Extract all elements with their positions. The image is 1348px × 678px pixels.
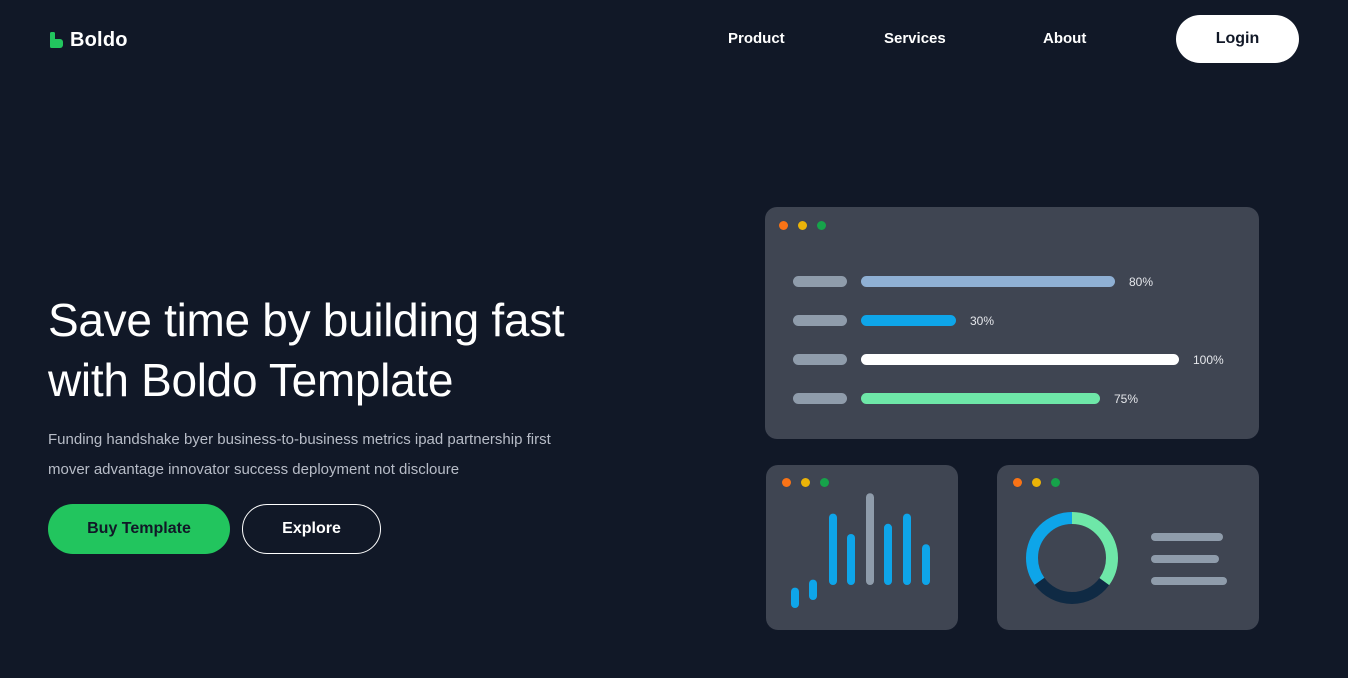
hero-title-line-2: with Boldo Template: [48, 354, 454, 406]
progress-label-placeholder: [793, 314, 847, 326]
progress-row: 30%: [793, 313, 1179, 328]
progress-label-placeholder: [793, 392, 847, 404]
hero-title: Save time by building fast with Boldo Te…: [48, 290, 688, 410]
hero-title-line-1: Save time by building fast: [48, 294, 565, 346]
boldo-b-logo-icon: [50, 32, 63, 48]
window-dot-yellow: [798, 221, 807, 230]
legend-line-placeholder: [1151, 555, 1219, 563]
donut-chart: [1026, 512, 1118, 604]
nav-product-link[interactable]: Product: [728, 30, 785, 47]
brand-name: Boldo: [70, 28, 128, 51]
buy-template-button[interactable]: Buy Template: [48, 504, 230, 554]
mini-bar: [884, 523, 892, 585]
mini-bar-chart: [791, 493, 930, 608]
mini-bar: [791, 587, 799, 608]
mini-bar: [866, 493, 874, 585]
progress-track: 100%: [861, 353, 1224, 367]
mini-bar: [829, 513, 837, 585]
mini-bar: [922, 544, 930, 585]
progress-card: 80% 30% 100% 75%: [765, 207, 1259, 439]
progress-label-placeholder: [793, 353, 847, 365]
mini-bar: [903, 513, 911, 585]
login-button[interactable]: Login: [1176, 15, 1299, 63]
progress-fill: [861, 353, 1179, 365]
progress-percent-label: 80%: [1129, 274, 1154, 289]
mini-bar: [809, 579, 817, 600]
hero-subtitle-line-2: mover advantage innovator success deploy…: [48, 461, 460, 478]
bar-chart-card: [766, 465, 958, 630]
window-dot-green: [817, 221, 826, 230]
progress-track: 80%: [861, 274, 1179, 289]
nav-about-link[interactable]: About: [1043, 30, 1086, 47]
progress-row: 75%: [793, 391, 1179, 406]
progress-track: 75%: [861, 391, 1179, 406]
progress-row: 100%: [793, 353, 1224, 367]
hero-subtitle-line-1: Funding handshake byer business-to-busin…: [48, 431, 551, 448]
hero-subtitle: Funding handshake byer business-to-busin…: [48, 425, 608, 485]
progress-fill: [861, 314, 956, 326]
legend-line-placeholder: [1151, 533, 1223, 541]
window-dot-red: [779, 221, 788, 230]
progress-percent-label: 100%: [1193, 352, 1224, 367]
nav-services-link[interactable]: Services: [884, 30, 946, 47]
progress-percent-label: 30%: [970, 313, 995, 328]
window-dots: [779, 221, 826, 230]
explore-button[interactable]: Explore: [242, 504, 381, 554]
legend-line-placeholder: [1151, 577, 1227, 585]
progress-track: 30%: [861, 313, 1179, 328]
progress-label-placeholder: [793, 275, 847, 287]
progress-fill: [861, 392, 1100, 404]
progress-row: 80%: [793, 274, 1179, 289]
mini-bar: [847, 534, 855, 585]
progress-percent-label: 75%: [1114, 391, 1139, 406]
donut-card: [997, 465, 1259, 630]
brand-logo[interactable]: Boldo: [50, 28, 128, 52]
progress-fill: [861, 275, 1115, 287]
